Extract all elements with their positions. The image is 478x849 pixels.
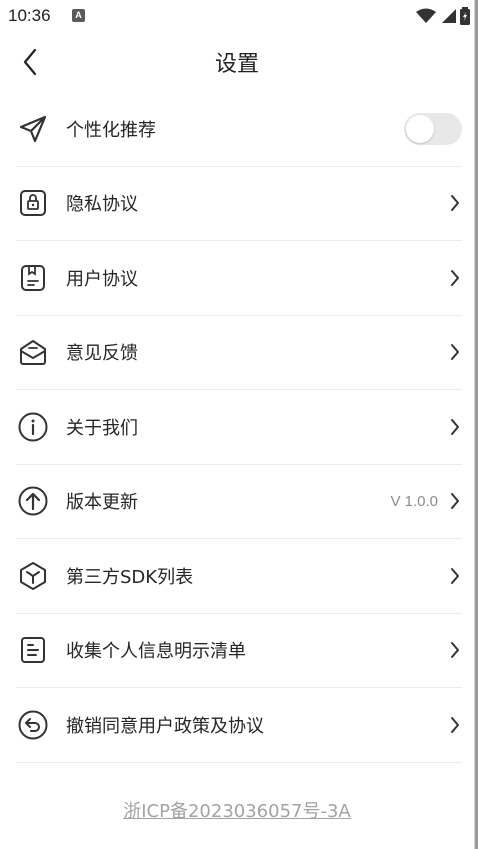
status-icons	[416, 6, 470, 26]
setting-privacy-policy[interactable]: 隐私协议	[16, 167, 462, 241]
upload-icon	[16, 484, 50, 518]
mail-icon	[16, 335, 50, 369]
info-icon	[16, 410, 50, 444]
chevron-right-icon	[448, 566, 462, 586]
chevron-right-icon	[448, 491, 462, 511]
chevron-right-icon	[448, 640, 462, 660]
setting-label: 撤销同意用户政策及协议	[66, 715, 264, 737]
send-icon	[16, 112, 50, 146]
setting-feedback[interactable]: 意见反馈	[16, 316, 462, 390]
version-value: V 1.0.0	[390, 492, 438, 510]
chevron-right-icon	[448, 715, 462, 735]
undo-icon	[16, 708, 50, 742]
chevron-right-icon	[448, 417, 462, 437]
setting-personalized-recommendation: 个性化推荐	[16, 92, 462, 167]
setting-label: 收集个人信息明示清单	[66, 641, 246, 663]
signal-icon	[442, 9, 456, 23]
setting-third-party-sdk[interactable]: 第三方SDK列表	[16, 539, 462, 614]
battery-icon	[460, 7, 470, 25]
setting-user-agreement[interactable]: 用户协议	[16, 241, 462, 316]
document-icon	[16, 261, 50, 295]
chevron-right-icon	[448, 193, 462, 213]
chevron-right-icon	[448, 268, 462, 288]
setting-label: 关于我们	[66, 417, 138, 439]
lock-icon	[16, 186, 50, 220]
setting-label: 版本更新	[66, 492, 138, 514]
status-time: 10:36	[8, 6, 51, 25]
setting-label: 个性化推荐	[66, 119, 156, 141]
list-doc-icon	[16, 633, 50, 667]
header: 设置	[0, 32, 474, 92]
wifi-icon	[416, 8, 436, 23]
icp-link[interactable]: 浙ICP备2023036057号-3A	[0, 797, 474, 823]
personalized-recommendation-toggle[interactable]	[404, 112, 462, 145]
status-bar: 10:36 A	[0, 0, 478, 32]
cube-icon	[16, 559, 50, 593]
notification-icon: A	[72, 9, 85, 22]
setting-about-us[interactable]: 关于我们	[16, 390, 462, 465]
toggle-knob	[406, 114, 434, 143]
setting-label: 隐私协议	[66, 194, 138, 216]
chevron-right-icon	[448, 342, 462, 362]
setting-personal-info-list[interactable]: 收集个人信息明示清单	[16, 614, 462, 688]
setting-label: 第三方SDK列表	[66, 566, 194, 588]
page-title: 设置	[214, 52, 259, 77]
setting-version-update[interactable]: 版本更新 V 1.0.0	[16, 465, 462, 539]
settings-list: 个性化推荐 隐私协议 用户协议 意见反馈 关于我们 版本更新 V 1.0.0 第…	[16, 92, 462, 763]
setting-label: 意见反馈	[66, 343, 138, 365]
setting-revoke-consent[interactable]: 撤销同意用户政策及协议	[16, 688, 462, 763]
setting-label: 用户协议	[66, 268, 138, 290]
